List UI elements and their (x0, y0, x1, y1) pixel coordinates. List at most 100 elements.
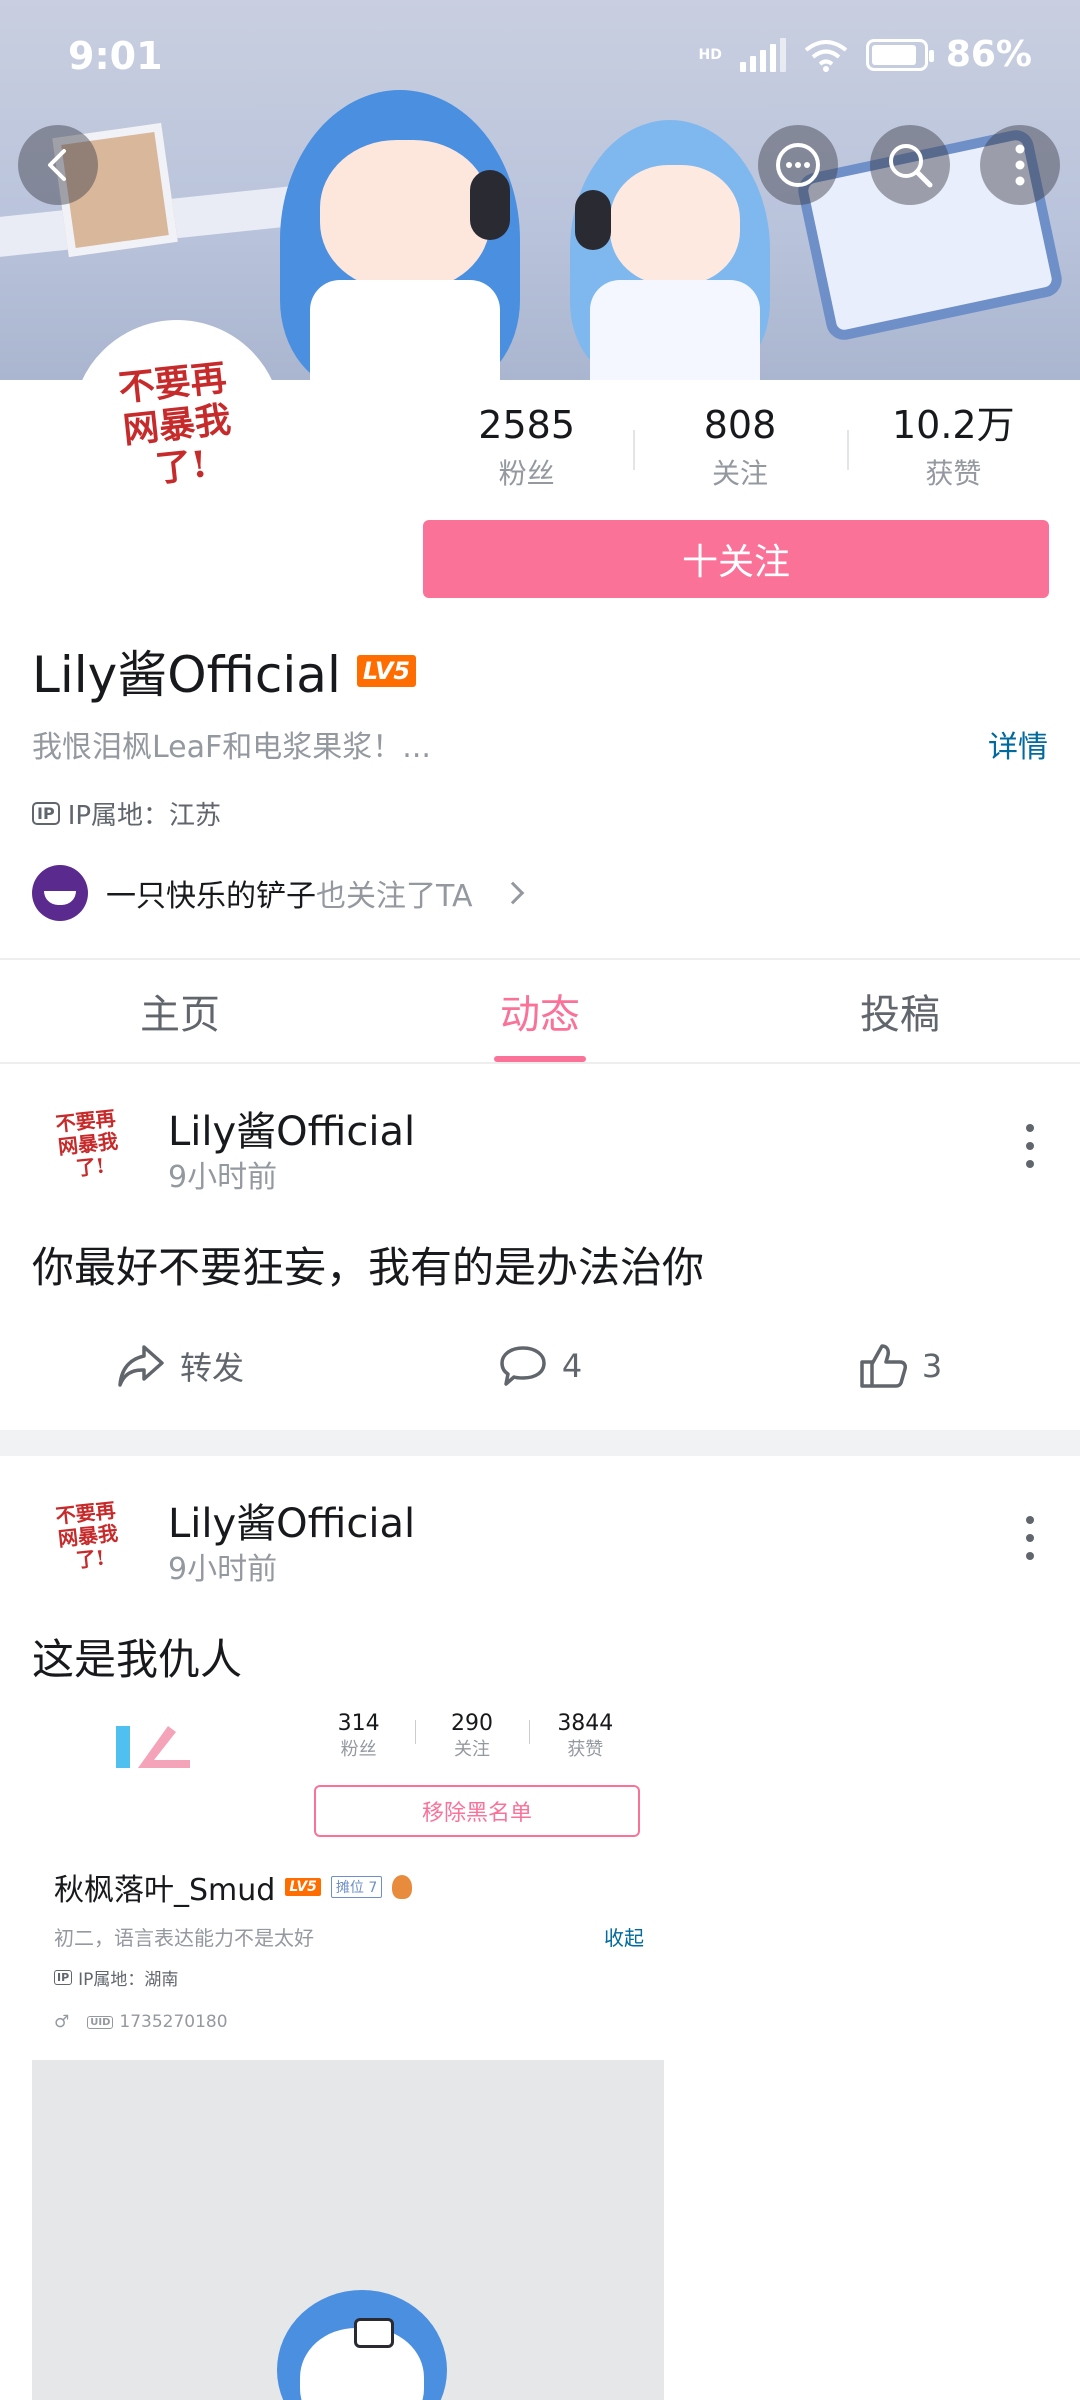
message-button[interactable] (758, 125, 838, 205)
repost-button[interactable]: 转发 (0, 1331, 360, 1401)
mutual-user-name: 一只快乐的铲子 (106, 879, 316, 914)
mutual-suffix: 也关注了TA (316, 879, 473, 914)
post-content: 这是我仇人 (32, 1635, 243, 1684)
ip-location: IP IP属地：江苏 (32, 795, 221, 832)
stat-label: 粉丝 (498, 457, 555, 490)
embed-ip-location: IP IP属地：湖南 (54, 1965, 178, 1990)
profile-avatar[interactable]: 不要再 网暴我 了! (72, 320, 282, 530)
embed-stat-likes: 3844 获赞 (528, 1710, 642, 1762)
banner-art-shirt-1 (310, 280, 500, 380)
thumbs-up-icon (860, 1344, 907, 1388)
embed-bio: 初二，语言表达能力不是太好 (54, 1926, 314, 1950)
embed-ip-icon: IP (54, 1970, 73, 1985)
post-card: 不要再 网暴我 了! Lily酱Official 9小时前 你最好不要狂妄，我有… (0, 1064, 1080, 1430)
dot-icon (1026, 1160, 1034, 1168)
mutual-follow-row[interactable]: 一只快乐的铲子也关注了TA (32, 865, 524, 921)
embed-uid-text: 1735270180 (119, 2012, 228, 2032)
profile-name-row: Lily酱Official LV5 (32, 635, 417, 707)
embed-bio-row: 初二，语言表达能力不是太好 收起 (54, 1922, 644, 1951)
follow-button-label: 十关注 (681, 542, 790, 583)
embed-collapse-link: 收起 (604, 1926, 644, 1950)
avatar-calligraphy: 不要再 网暴我 了! (116, 356, 233, 491)
post-avatar[interactable]: 不要再 网暴我 了! (38, 1486, 138, 1586)
back-button[interactable] (18, 125, 98, 205)
like-button[interactable]: 3 (720, 1331, 1080, 1401)
embed-stat-value: 314 (337, 1711, 380, 1736)
ip-icon: IP (32, 802, 60, 825)
embed-character-hairclip (354, 2318, 394, 2348)
status-icons: HD 86% (698, 34, 1032, 75)
post-divider (0, 1430, 1080, 1456)
dot-icon (1026, 1124, 1034, 1132)
post-avatar-calligraphy: 不要再 网暴我 了! (54, 1497, 120, 1572)
stat-value: 2585 (478, 403, 576, 447)
ip-location-text: IP属地：江苏 (67, 801, 222, 831)
medal-icon (392, 1875, 413, 1899)
profile-stats: 2585 粉丝 808 关注 10.2万 获赞 (420, 400, 1060, 500)
embed-username: 秋枫落叶_Smud (54, 1873, 276, 1908)
more-options-button[interactable] (980, 125, 1060, 205)
dot-icon (1026, 1142, 1034, 1150)
embed-remove-blacklist-button: 移除黑名单 (314, 1785, 640, 1837)
post-time: 9小时前 (168, 1552, 278, 1587)
banner-art-shirt-2 (590, 280, 760, 380)
post-image[interactable]: 314 粉丝 290 关注 3844 获赞 移除黑名单 秋枫落叶_Smud LV… (32, 1700, 664, 2400)
banner-art-face-1 (320, 140, 490, 290)
comment-button[interactable]: 4 (360, 1331, 720, 1401)
dot-icon (1026, 1516, 1034, 1524)
profile-bio-row: 我恨泪枫LeaF和电浆果浆！... 详情 (32, 722, 1048, 766)
status-bar: 9:01 HD 86% (0, 0, 1080, 110)
vertical-dots-icon (1015, 144, 1025, 186)
profile-bio: 我恨泪枫LeaF和电浆果浆！... (32, 730, 431, 765)
post-more-button[interactable] (1020, 1124, 1040, 1168)
embed-level-badge: LV5 (285, 1878, 321, 1896)
mutual-avatar (32, 865, 88, 921)
stat-following[interactable]: 808 关注 (633, 400, 846, 500)
post-avatar-calligraphy: 不要再 网暴我 了! (54, 1105, 120, 1180)
stat-value: 10.2万 (892, 403, 1015, 447)
banner-art-headphone-2 (575, 190, 611, 250)
post-avatar[interactable]: 不要再 网暴我 了! (38, 1094, 138, 1194)
dot-icon (1026, 1534, 1034, 1542)
comment-count: 4 (561, 1347, 583, 1385)
embed-stats: 314 粉丝 290 关注 3844 获赞 (302, 1710, 642, 1762)
embed-stat-fans: 314 粉丝 (302, 1710, 415, 1762)
post-time: 9小时前 (168, 1160, 278, 1195)
embed-stat-label: 粉丝 (340, 1739, 377, 1760)
post-author[interactable]: Lily酱Official (168, 1099, 415, 1157)
search-button[interactable] (870, 125, 950, 205)
app-logo-icon (116, 1726, 190, 1768)
embed-name-row: 秋枫落叶_Smud LV5 摊位 7 (54, 1865, 413, 1909)
dot-icon (1026, 1552, 1034, 1560)
battery-icon (865, 38, 934, 71)
post-author[interactable]: Lily酱Official (168, 1491, 415, 1549)
repost-label: 转发 (179, 1349, 244, 1387)
embed-stat-value: 3844 (557, 1711, 614, 1736)
embed-character-image (32, 2060, 664, 2400)
battery-percent: 86% (945, 34, 1032, 75)
tab-dynamics[interactable]: 动态 (360, 960, 720, 1062)
post-action-bar: 转发 4 3 (0, 1331, 1080, 1401)
embed-stat-label: 获赞 (567, 1739, 604, 1760)
profile-username: Lily酱Official (32, 646, 341, 704)
signal-icon (739, 37, 786, 72)
post-more-button[interactable] (1020, 1516, 1040, 1560)
stat-likes[interactable]: 10.2万 获赞 (846, 400, 1060, 500)
search-icon (889, 144, 933, 188)
hd-label: HD (698, 46, 722, 63)
stat-fans[interactable]: 2585 粉丝 (420, 400, 633, 500)
stat-value: 808 (703, 403, 777, 447)
tab-submissions[interactable]: 投稿 (720, 960, 1080, 1062)
status-time: 9:01 (68, 34, 163, 78)
banner-art-headphone-1 (470, 170, 510, 240)
tab-home[interactable]: 主页 (0, 960, 360, 1062)
banner-art-face-2 (610, 165, 740, 285)
embed-stat-label: 关注 (453, 1739, 490, 1760)
chat-bubble-icon (776, 143, 820, 187)
details-link[interactable]: 详情 (988, 722, 1048, 766)
stat-label: 关注 (711, 457, 768, 490)
embed-uid-icon: UID (87, 2015, 114, 2029)
follow-button[interactable]: 十关注 (423, 520, 1049, 598)
embed-stat-value: 290 (450, 1711, 493, 1736)
embed-ip-text: IP属地：湖南 (78, 1970, 179, 1990)
